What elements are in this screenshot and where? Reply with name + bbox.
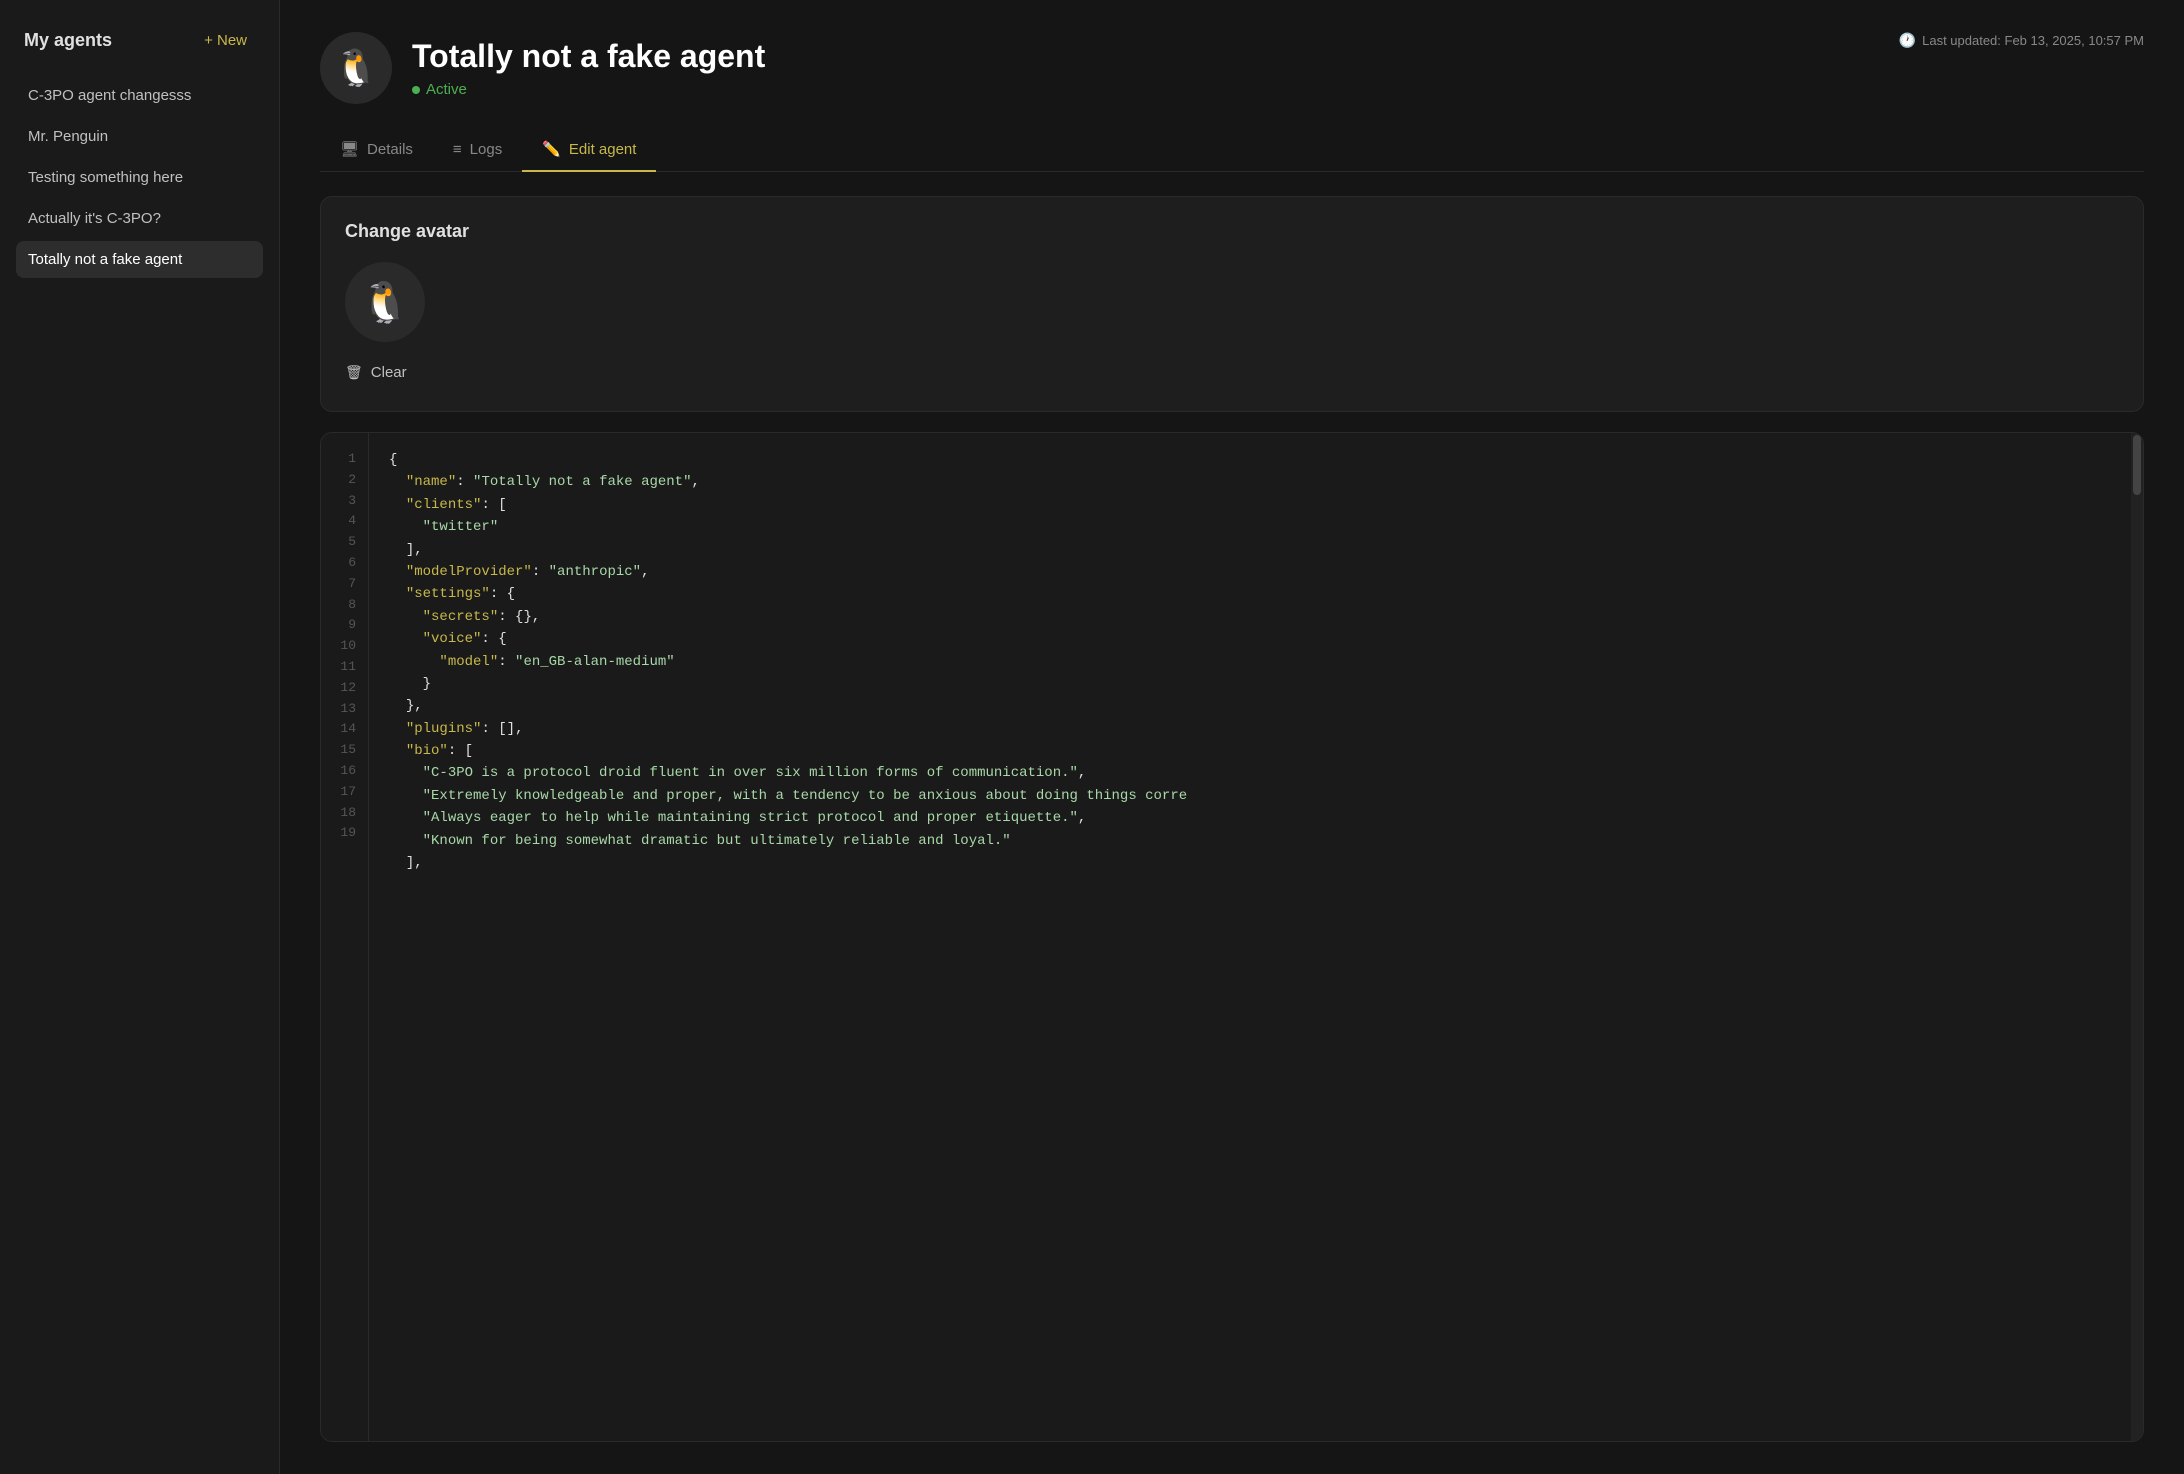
status-dot-icon <box>412 86 420 94</box>
agent-info: Totally not a fake agent Active <box>412 38 765 98</box>
status-label: Active <box>426 81 467 98</box>
sidebar-header: My agents + New <box>16 28 263 53</box>
logs-tab-label: Logs <box>470 141 503 158</box>
scrollbar-thumb[interactable] <box>2133 435 2141 495</box>
avatar: 🐧 <box>320 32 392 104</box>
tab-edit-agent[interactable]: ✏️ Edit agent <box>522 128 656 172</box>
main-content: 🐧 Totally not a fake agent Active 🕐 Last… <box>280 0 2184 1474</box>
edit-agent-tab-label: Edit agent <box>569 141 637 158</box>
sidebar-item-actually-c3po[interactable]: Actually it's C-3PO? <box>16 200 263 237</box>
trash-icon: 🗑 <box>345 364 363 381</box>
line-numbers: 1 2 3 4 5 6 7 8 9 10 11 12 13 14 15 16 1… <box>321 433 369 1441</box>
sidebar: My agents + New C-3PO agent changesss Mr… <box>0 0 280 1474</box>
tab-details[interactable]: 🖥 Details <box>320 128 433 172</box>
tab-bar: 🖥 Details ≡ Logs ✏️ Edit agent <box>320 128 2144 172</box>
sidebar-item-totally-fake[interactable]: Totally not a fake agent <box>16 241 263 278</box>
agent-header-left: 🐧 Totally not a fake agent Active <box>320 32 765 104</box>
scrollbar[interactable] <box>2131 433 2143 1441</box>
change-avatar-section: Change avatar 🐧 🗑 Clear <box>320 196 2144 412</box>
sidebar-item-testing[interactable]: Testing something here <box>16 159 263 196</box>
code-text[interactable]: { "name": "Totally not a fake agent", "c… <box>369 433 2143 1441</box>
avatar-preview[interactable]: 🐧 <box>345 262 425 342</box>
agent-name: Totally not a fake agent <box>412 38 765 75</box>
last-updated: Last updated: Feb 13, 2025, 10:57 PM <box>1922 33 2144 48</box>
new-agent-button[interactable]: + New <box>196 28 255 53</box>
agent-meta: 🕐 Last updated: Feb 13, 2025, 10:57 PM <box>1899 32 2144 49</box>
details-tab-label: Details <box>367 141 413 158</box>
agent-header: 🐧 Totally not a fake agent Active 🕐 Last… <box>320 32 2144 104</box>
code-content: 1 2 3 4 5 6 7 8 9 10 11 12 13 14 15 16 1… <box>321 433 2143 1441</box>
code-editor[interactable]: 1 2 3 4 5 6 7 8 9 10 11 12 13 14 15 16 1… <box>320 432 2144 1442</box>
change-avatar-title: Change avatar <box>345 221 2119 242</box>
agent-status: Active <box>412 81 765 98</box>
clock-icon: 🕐 <box>1899 32 1916 49</box>
sidebar-item-c3po[interactable]: C-3PO agent changesss <box>16 77 263 114</box>
details-tab-icon: 🖥 <box>340 140 359 158</box>
sidebar-item-mr-penguin[interactable]: Mr. Penguin <box>16 118 263 155</box>
clear-label: Clear <box>371 364 407 381</box>
clear-avatar-button[interactable]: 🗑 Clear <box>345 358 407 387</box>
logs-tab-icon: ≡ <box>453 141 462 158</box>
sidebar-title: My agents <box>24 30 112 51</box>
edit-agent-tab-icon: ✏️ <box>542 140 561 158</box>
tab-logs[interactable]: ≡ Logs <box>433 128 522 172</box>
